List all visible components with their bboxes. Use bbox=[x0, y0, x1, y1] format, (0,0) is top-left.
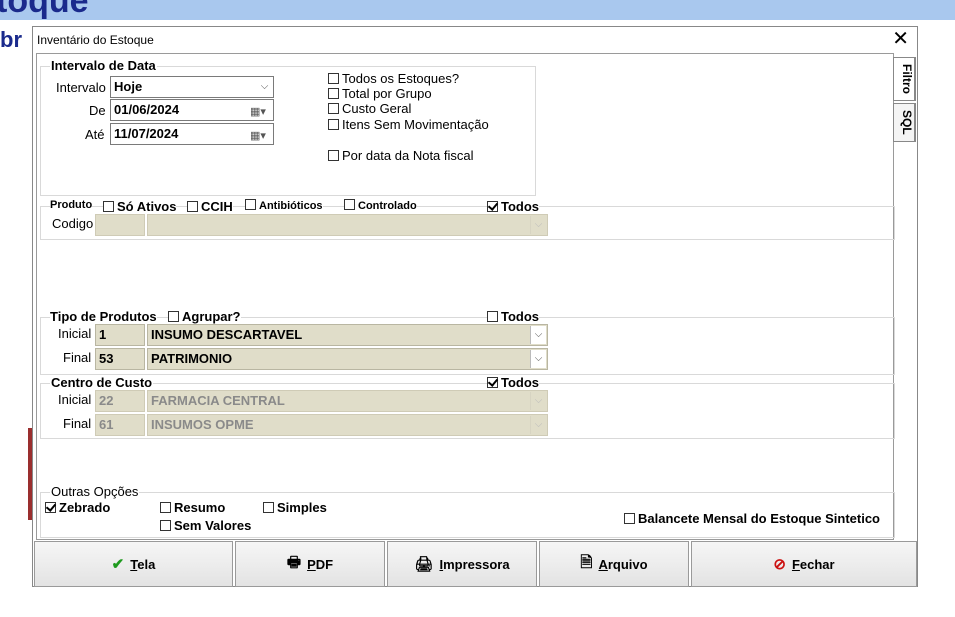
background-app-title: toque bbox=[0, 0, 89, 20]
data-nota-fiscal-checkbox[interactable] bbox=[328, 150, 339, 161]
tipo-inicial-code[interactable]: 1 bbox=[95, 324, 145, 346]
sem-valores-option[interactable]: Sem Valores bbox=[160, 518, 251, 533]
antibioticos-checkbox[interactable] bbox=[245, 199, 256, 210]
tab-strip: Filtro SQL bbox=[893, 57, 916, 144]
chevron-down-icon: ⌵ bbox=[530, 216, 546, 234]
zebrado-option[interactable]: Zebrado bbox=[45, 500, 110, 515]
sem-valores-checkbox[interactable] bbox=[160, 520, 171, 531]
chevron-down-icon: ⌵ bbox=[530, 350, 546, 368]
total-grupo-checkbox[interactable] bbox=[328, 88, 339, 99]
ate-date-field[interactable]: 11/07/2024 ▦▾ bbox=[110, 123, 274, 145]
codigo-label: Codigo bbox=[52, 216, 94, 231]
so-ativos-checkbox[interactable] bbox=[103, 201, 114, 212]
tipo-inicial-label: Inicial bbox=[58, 326, 92, 341]
tipo-final-label: Final bbox=[63, 350, 92, 365]
cancel-icon: ⊘ bbox=[773, 556, 786, 573]
intervalo-group-label: Intervalo de Data bbox=[50, 58, 157, 73]
intervalo-label: Intervalo bbox=[56, 80, 106, 95]
impressora-button[interactable]: 🖨 Impressora bbox=[387, 541, 537, 587]
de-date-field[interactable]: 01/06/2024 ▦▾ bbox=[110, 99, 274, 121]
so-ativos-option[interactable]: Só Ativos bbox=[103, 199, 177, 214]
centro-inicial-code[interactable]: 22 bbox=[95, 390, 145, 412]
arquivo-button[interactable]: 🗎 Arquivo bbox=[539, 541, 689, 587]
produto-descricao-select[interactable]: ⌵ bbox=[147, 214, 548, 236]
filter-panel: Intervalo de Data Intervalo Hoje ⌵ De 01… bbox=[36, 53, 895, 540]
centro-final-code[interactable]: 61 bbox=[95, 414, 145, 436]
ate-value: 11/07/2024 bbox=[114, 126, 179, 141]
custo-geral-option[interactable]: Custo Geral bbox=[328, 101, 411, 116]
balancete-checkbox[interactable] bbox=[624, 513, 635, 524]
chevron-down-icon: ⌵ bbox=[530, 392, 546, 410]
zebrado-checkbox[interactable] bbox=[45, 502, 56, 513]
resumo-option[interactable]: Resumo bbox=[160, 500, 225, 515]
produto-todos-checkbox[interactable] bbox=[487, 201, 498, 212]
chevron-down-icon: ⌵ bbox=[260, 81, 269, 92]
tipo-todos-option[interactable]: Todos bbox=[487, 309, 540, 324]
agrupar-option[interactable]: Agrupar? bbox=[168, 309, 241, 324]
tela-button[interactable]: ✔ Tela bbox=[34, 541, 233, 587]
custo-geral-checkbox[interactable] bbox=[328, 103, 339, 114]
tipo-todos-checkbox[interactable] bbox=[487, 311, 498, 322]
produto-group-label: Produto bbox=[50, 199, 93, 211]
file-icon: 🗎 bbox=[580, 553, 593, 571]
intervalo-value: Hoje bbox=[114, 79, 143, 94]
calendar-icon[interactable]: ▦▾ bbox=[250, 102, 270, 118]
produto-todos-option[interactable]: Todos bbox=[487, 199, 540, 214]
ate-label: Até bbox=[85, 127, 105, 142]
pdf-button[interactable]: 🖶 PDF bbox=[235, 541, 385, 587]
chevron-down-icon: ⌵ bbox=[530, 326, 546, 344]
centro-final-label: Final bbox=[63, 416, 92, 431]
fechar-button[interactable]: ⊘ Fechar bbox=[691, 541, 917, 587]
simples-option[interactable]: Simples bbox=[263, 500, 327, 515]
todos-estoques-option[interactable]: Todos os Estoques? bbox=[328, 71, 459, 86]
agrupar-checkbox[interactable] bbox=[168, 311, 179, 322]
tipo-produtos-group-label: Tipo de Produtos bbox=[50, 309, 157, 324]
tipo-final-select[interactable]: PATRIMONIO ⌵ bbox=[147, 348, 548, 370]
tab-filtro[interactable]: Filtro bbox=[893, 57, 916, 101]
tipo-final-code[interactable]: 53 bbox=[95, 348, 145, 370]
resumo-checkbox[interactable] bbox=[160, 502, 171, 513]
centro-inicial-label: Inicial bbox=[58, 392, 92, 407]
intervalo-select[interactable]: Hoje ⌵ bbox=[110, 76, 274, 98]
controlado-checkbox[interactable] bbox=[344, 199, 355, 210]
produto-codigo-input[interactable] bbox=[95, 214, 145, 236]
de-value: 01/06/2024 bbox=[114, 102, 180, 117]
centro-final-select[interactable]: INSUMOS OPME ⌵ bbox=[147, 414, 548, 436]
controlado-option[interactable]: Controlado bbox=[344, 199, 417, 212]
centro-custo-group-label: Centro de Custo bbox=[50, 375, 154, 390]
background-title-strip bbox=[0, 0, 955, 20]
button-bar: ✔ Tela 🖶 PDF 🖨 Impressora 🗎 Arquivo ⊘ Fe… bbox=[33, 541, 919, 587]
close-icon[interactable]: ✕ bbox=[892, 28, 909, 50]
printer-icon: 🖨 bbox=[414, 556, 434, 573]
inventario-dialog: Inventário do Estoque ✕ Intervalo de Dat… bbox=[32, 26, 918, 587]
todos-estoques-checkbox[interactable] bbox=[328, 73, 339, 84]
calendar-icon[interactable]: ▦▾ bbox=[250, 126, 270, 142]
data-nota-fiscal-option[interactable]: Por data da Nota fiscal bbox=[328, 148, 474, 163]
total-grupo-option[interactable]: Total por Grupo bbox=[328, 86, 432, 101]
pdf-icon: 🖶 bbox=[286, 553, 302, 571]
balancete-option[interactable]: Balancete Mensal do Estoque Sintetico bbox=[624, 511, 880, 526]
ccih-option[interactable]: CCIH bbox=[187, 199, 233, 214]
tab-sql[interactable]: SQL bbox=[893, 103, 916, 142]
chevron-down-icon: ⌵ bbox=[530, 416, 546, 434]
itens-sem-movimentacao-checkbox[interactable] bbox=[328, 119, 339, 130]
ccih-checkbox[interactable] bbox=[187, 201, 198, 212]
tipo-inicial-select[interactable]: INSUMO DESCARTAVEL ⌵ bbox=[147, 324, 548, 346]
centro-todos-checkbox[interactable] bbox=[487, 377, 498, 388]
itens-sem-movimentacao-option[interactable]: Itens Sem Movimentação bbox=[328, 117, 489, 132]
background-side-text: br bbox=[0, 27, 22, 52]
check-icon: ✔ bbox=[111, 556, 125, 573]
simples-checkbox[interactable] bbox=[263, 502, 274, 513]
centro-todos-option[interactable]: Todos bbox=[487, 375, 540, 390]
de-label: De bbox=[89, 103, 106, 118]
outras-opcoes-group-label: Outras Opções bbox=[50, 484, 140, 499]
antibioticos-option[interactable]: Antibióticos bbox=[245, 199, 323, 212]
dialog-title: Inventário do Estoque bbox=[37, 33, 154, 47]
centro-inicial-select[interactable]: FARMACIA CENTRAL ⌵ bbox=[147, 390, 548, 412]
